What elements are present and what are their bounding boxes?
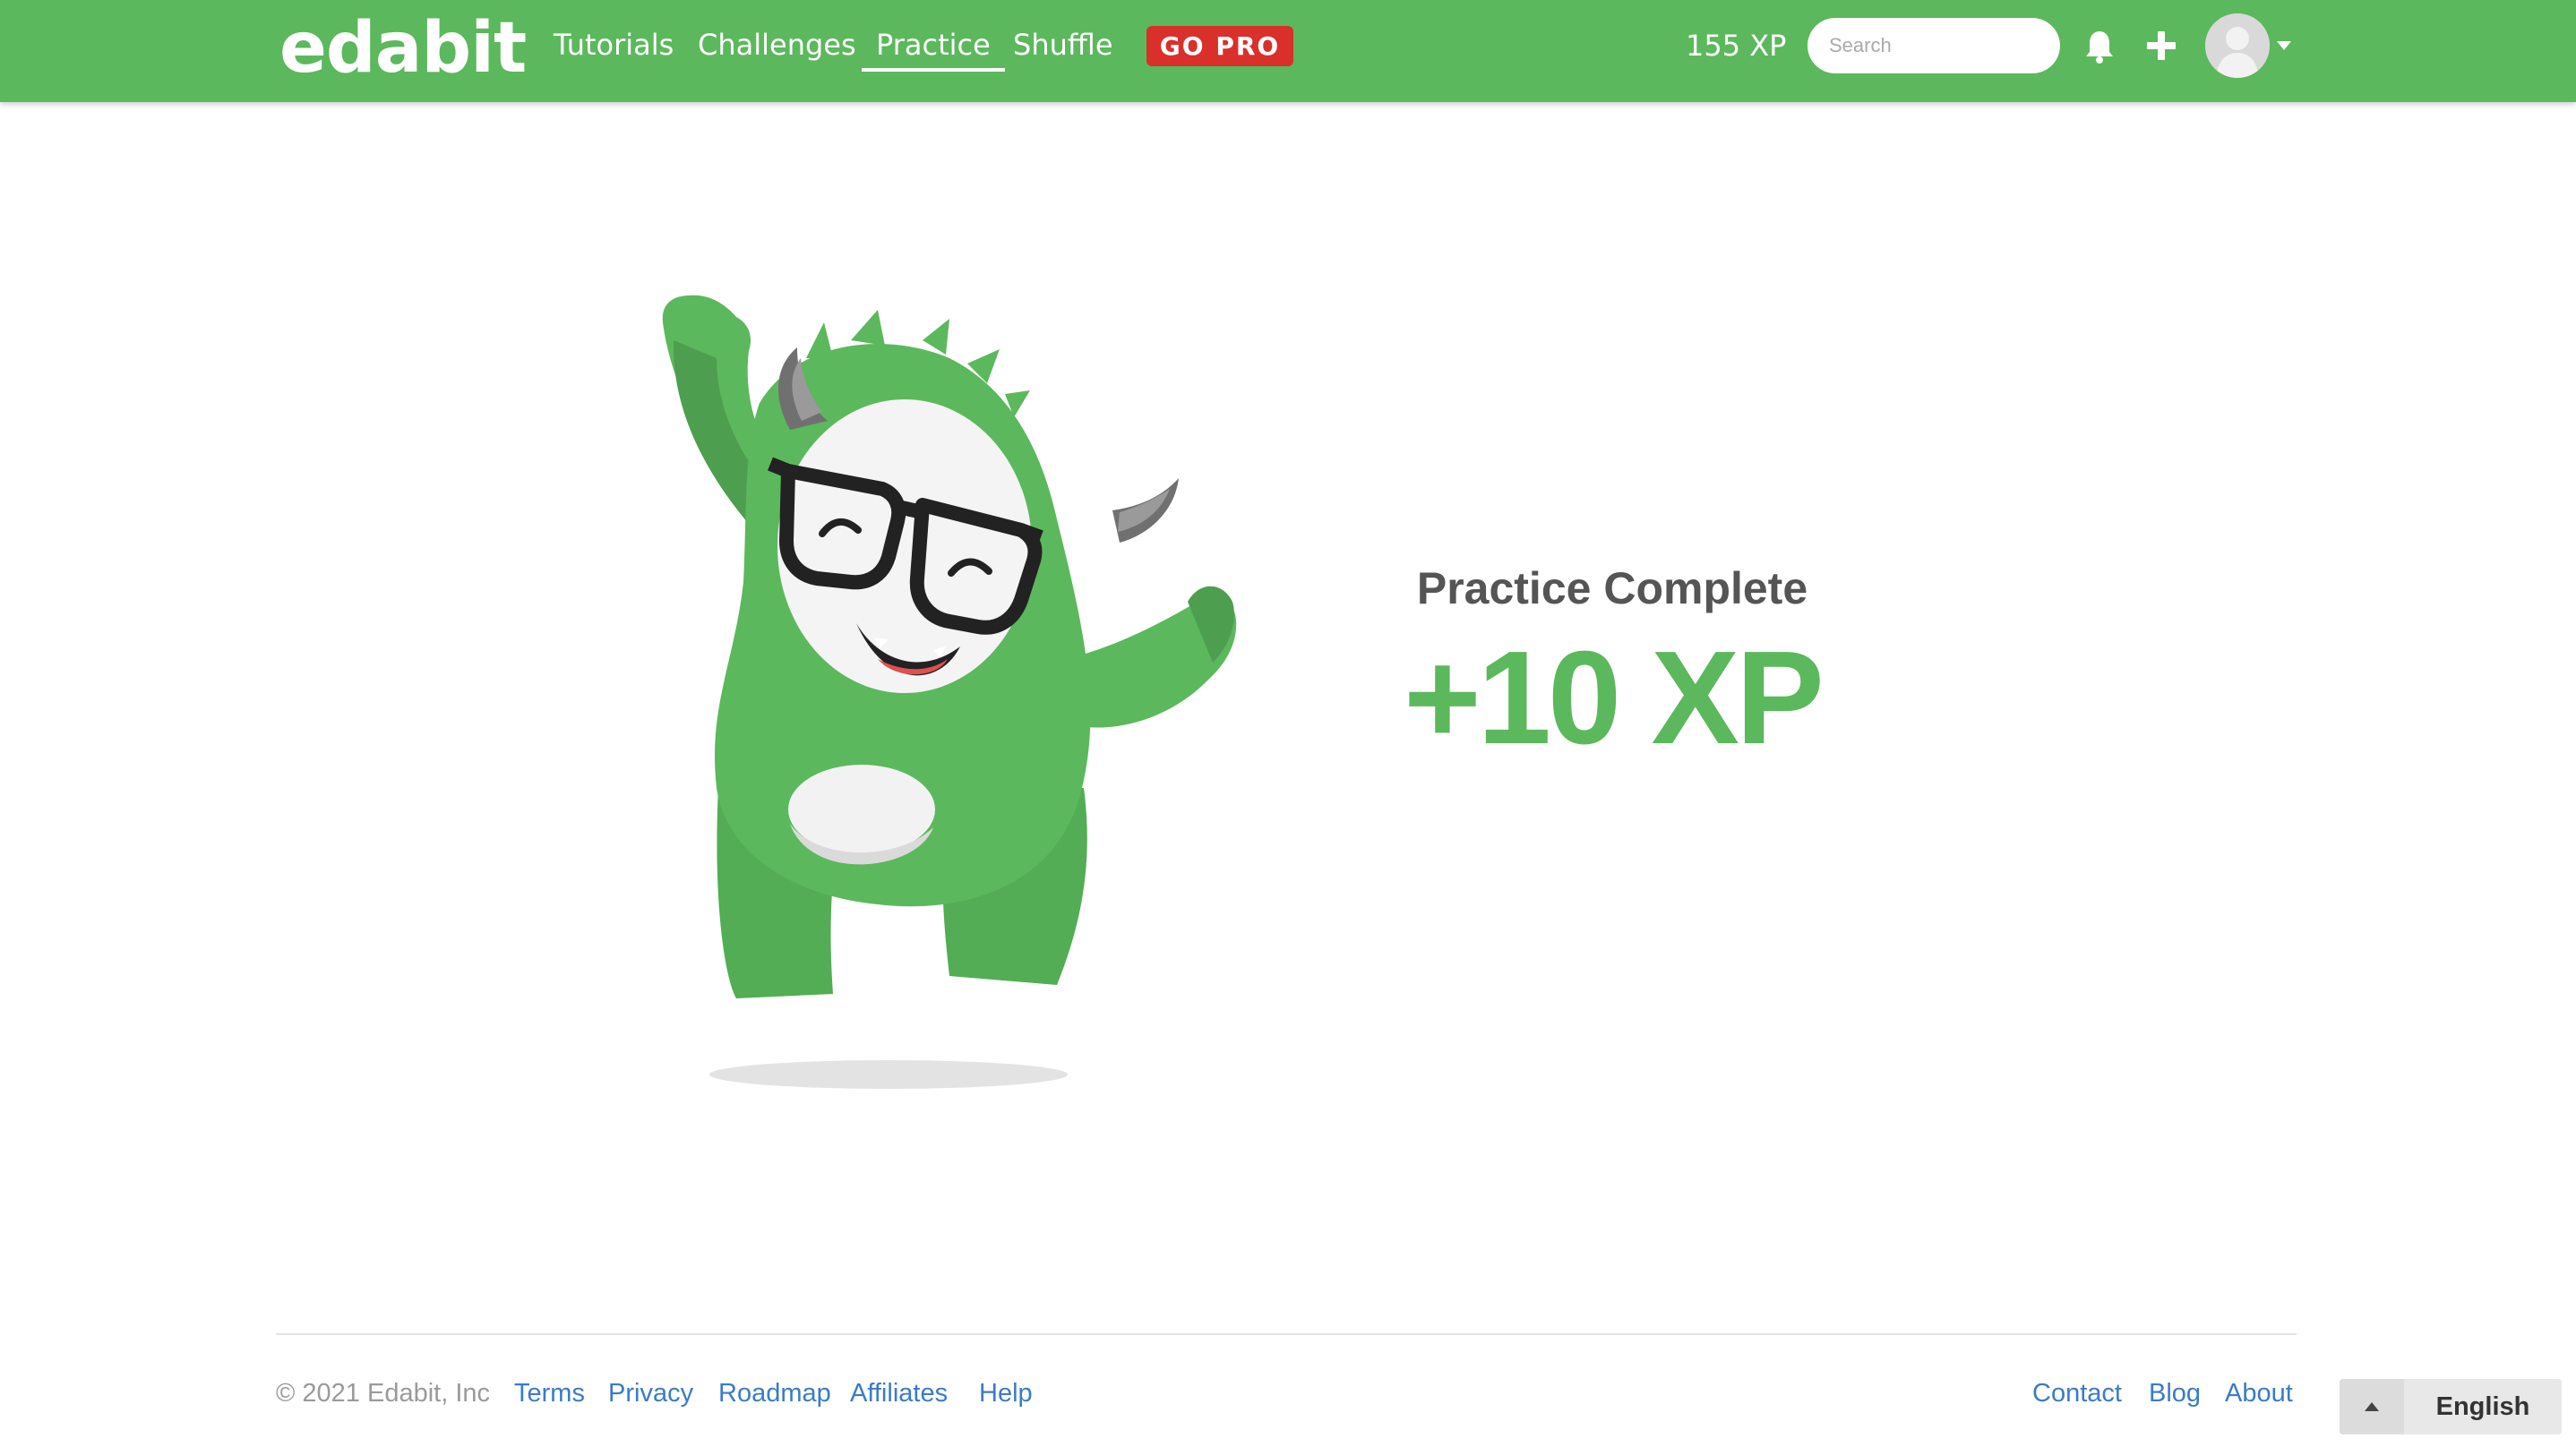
avatar-silhouette-icon [2205,13,2270,78]
caret-down-icon[interactable] [2276,40,2292,51]
nav-link-tutorials[interactable]: Tutorials [554,23,674,72]
footer-link-terms[interactable]: Terms [514,1375,585,1411]
footer-link-contact[interactable]: Contact [2032,1375,2122,1411]
language-toggle-button[interactable] [2340,1379,2404,1434]
language-label: English [2435,1392,2530,1421]
user-xp-count: 155 XP [1686,29,1787,63]
language-selector[interactable]: English [2340,1379,2562,1434]
user-avatar[interactable] [2205,13,2270,78]
xp-award-text: +10 XP [1404,624,1825,772]
go-pro-button[interactable]: GO PRO [1146,26,1293,66]
footer-link-blog[interactable]: Blog [2149,1375,2201,1411]
caret-up-icon [2365,1402,2379,1411]
footer-link-about[interactable]: About [2225,1375,2293,1411]
search-input[interactable] [1807,18,2060,73]
bell-icon[interactable] [2083,29,2116,64]
footer-divider [276,1333,2297,1335]
monster-mascot-illustration [662,295,1237,1089]
footer-link-privacy[interactable]: Privacy [608,1375,693,1411]
practice-complete-title: Practice Complete [1416,563,1808,613]
top-navbar: edabit Tutorials Challenges Practice Shu… [0,0,2576,102]
plus-icon[interactable] [2144,29,2178,63]
nav-link-challenges[interactable]: Challenges [698,23,856,72]
footer-link-roadmap[interactable]: Roadmap [718,1375,831,1411]
nav-link-shuffle[interactable]: Shuffle [1013,23,1113,72]
brand-logo[interactable]: edabit [279,4,527,93]
nav-link-practice[interactable]: Practice [862,23,1005,72]
footer-link-help[interactable]: Help [979,1375,1033,1411]
footer-link-affiliates[interactable]: Affiliates [850,1375,948,1411]
footer-copyright: © 2021 Edabit, Inc [276,1379,491,1408]
